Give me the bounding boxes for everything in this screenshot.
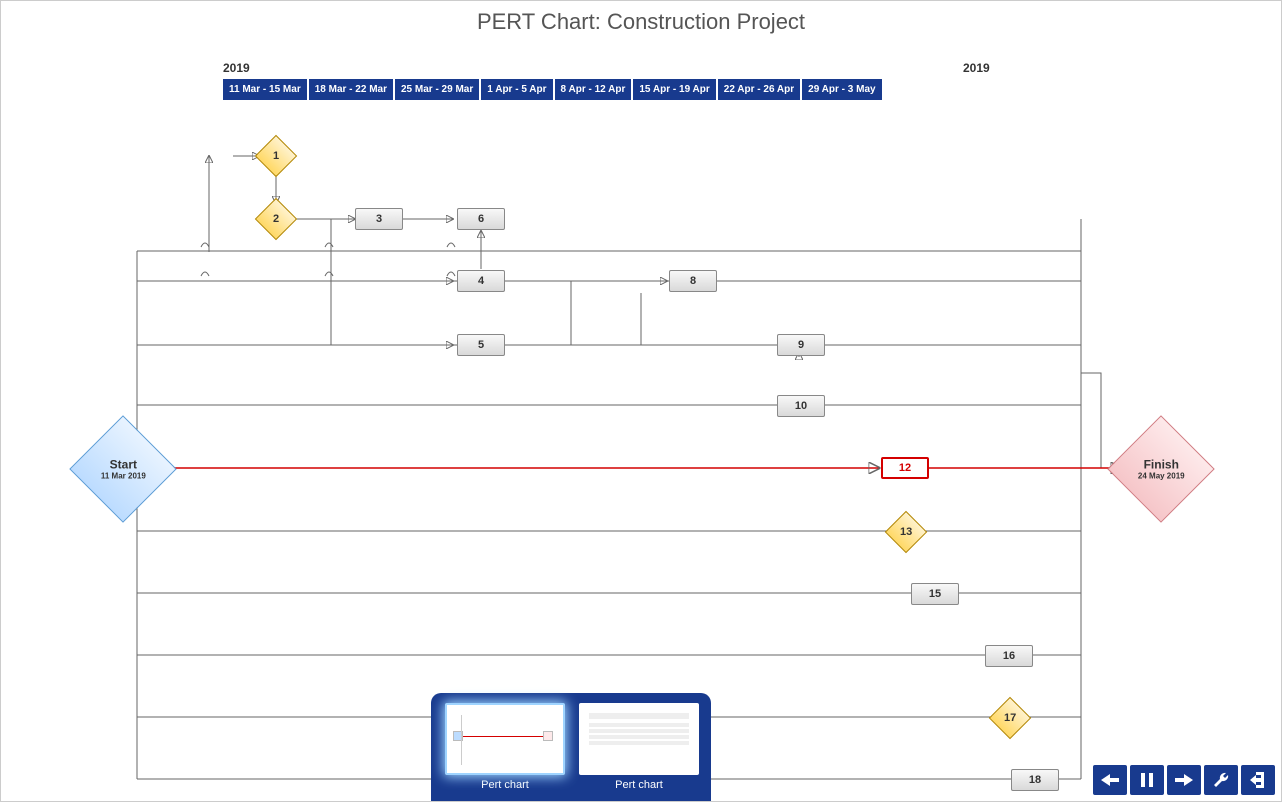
week-cell: 25 Mar - 29 Mar [395,79,479,100]
task-node-3[interactable]: 3 [355,208,403,230]
task-node-17[interactable]: 17 [989,697,1031,739]
arrow-left-icon [1101,773,1119,787]
thumbnail-label: Pert chart [579,779,699,791]
task-node-4[interactable]: 4 [457,270,505,292]
week-cell: 22 Apr - 26 Apr [718,79,800,100]
year-label-right: 2019 [963,61,990,75]
prev-button[interactable] [1093,765,1127,795]
settings-button[interactable] [1204,765,1238,795]
week-cell: 18 Mar - 22 Mar [309,79,393,100]
task-node-12-critical[interactable]: 12 [881,457,929,479]
task-node-8[interactable]: 8 [669,270,717,292]
week-cell: 15 Apr - 19 Apr [633,79,715,100]
task-node-16[interactable]: 16 [985,645,1033,667]
exit-icon [1250,772,1266,788]
week-cell: 29 Apr - 3 May [802,79,881,100]
pause-button[interactable] [1130,765,1164,795]
finish-label: Finish [1138,457,1185,471]
week-cell: 11 Mar - 15 Mar [223,79,307,100]
task-node-1[interactable]: 1 [255,135,297,177]
task-node-18[interactable]: 18 [1011,769,1059,791]
pert-chart-canvas: PERT Chart: Construction Project 2019 20… [1,1,1281,801]
task-node-10[interactable]: 10 [777,395,825,417]
pause-icon [1141,773,1153,787]
thumbnail-preview [445,703,565,775]
wrench-icon [1213,772,1229,788]
thumbnail-preview [579,703,699,775]
thumbnail-pert-chart-active[interactable]: Pert chart [445,703,565,791]
task-node-2[interactable]: 2 [255,198,297,240]
start-label: Start [101,457,146,471]
year-label-left: 2019 [223,61,250,75]
start-node[interactable]: Start11 Mar 2019 [69,415,176,522]
task-node-6[interactable]: 6 [457,208,505,230]
slide-thumbnail-tray: Pert chart Pert chart [431,693,711,801]
thumbnail-label: Pert chart [445,779,565,791]
finish-date: 24 May 2019 [1138,471,1185,481]
exit-button[interactable] [1241,765,1275,795]
finish-node[interactable]: Finish24 May 2019 [1107,415,1214,522]
week-cell: 8 Apr - 12 Apr [555,79,632,100]
week-cell: 1 Apr - 5 Apr [481,79,552,100]
task-node-15[interactable]: 15 [911,583,959,605]
chart-title: PERT Chart: Construction Project [1,9,1281,35]
task-node-5[interactable]: 5 [457,334,505,356]
task-node-13[interactable]: 13 [885,511,927,553]
thumbnail-pert-chart-2[interactable]: Pert chart [579,703,699,791]
edge-layer [1,1,1282,803]
start-date: 11 Mar 2019 [101,471,146,481]
task-node-9[interactable]: 9 [777,334,825,356]
presentation-toolbar [1093,765,1275,795]
timeline-weeks: 11 Mar - 15 Mar 18 Mar - 22 Mar 25 Mar -… [223,79,882,100]
arrow-right-icon [1175,773,1193,787]
next-button[interactable] [1167,765,1201,795]
